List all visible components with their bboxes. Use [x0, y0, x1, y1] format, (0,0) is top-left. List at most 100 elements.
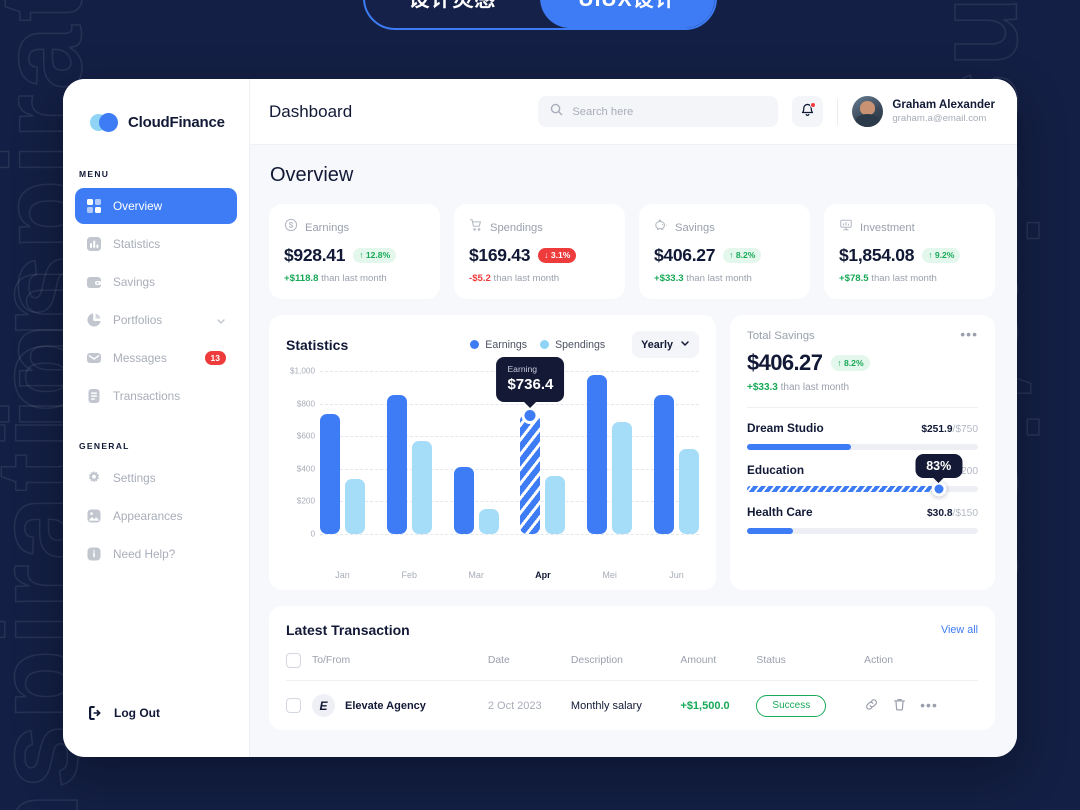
goal-progress-track[interactable] — [747, 444, 978, 450]
gridline — [320, 534, 699, 535]
bar-group-jun — [653, 371, 699, 534]
sidebar-item-appearances[interactable]: Appearances — [75, 498, 237, 534]
column-header-to-from: To/From — [312, 655, 351, 666]
cell-amount: +$1,500.0 — [680, 680, 757, 730]
stat-delta: +$118.8 — [284, 273, 319, 284]
search-box[interactable] — [538, 96, 779, 127]
bar-earnings[interactable] — [653, 395, 674, 534]
chevron-down-icon — [680, 338, 690, 351]
top-tab-bar[interactable]: 设计灵感 UIUX设计 — [363, 0, 717, 30]
stat-value: $169.43 — [469, 245, 531, 265]
stat-card-earnings[interactable]: Earnings $928.41 ↑ 12.8% +$118.8 than la… — [269, 204, 440, 299]
plot-area: Earning $736.4 — [320, 356, 699, 535]
chevron-down-icon[interactable] — [216, 315, 226, 325]
stat-label: Savings — [675, 221, 715, 234]
bar-spendings[interactable] — [612, 421, 633, 534]
view-all-link[interactable]: View all — [941, 624, 978, 636]
goal-progress-track[interactable] — [747, 481, 978, 497]
bar-groups: Earning $736.4 — [320, 356, 699, 534]
period-select[interactable]: Yearly — [632, 331, 699, 358]
sidebar-item-need-help[interactable]: Need Help? — [75, 536, 237, 572]
table-row[interactable]: E Elevate Agency 2 Oct 2023 Monthly sala… — [286, 680, 978, 730]
trash-icon[interactable] — [892, 697, 907, 715]
column-header-action: Action — [864, 655, 894, 666]
sidebar-item-savings[interactable]: Savings — [75, 264, 237, 300]
party-logo-icon: E — [312, 694, 335, 717]
overview-heading: Overview — [270, 164, 354, 186]
bar-earnings[interactable] — [587, 375, 608, 534]
column-header-date: Date — [487, 655, 510, 666]
goal-progress-track[interactable] — [747, 528, 978, 534]
sidebar-item-settings[interactable]: Settings — [75, 460, 237, 496]
stat-card-savings[interactable]: Savings $406.27 ↑ 8.2% +$33.3 than last … — [639, 204, 810, 299]
sidebar-item-portfolios[interactable]: Portfolios — [75, 302, 237, 338]
tooltip-value: $736.4 — [507, 375, 554, 393]
transactions-title: Latest Transaction — [286, 622, 410, 638]
goal-name: Education — [747, 463, 805, 477]
goal-progress-fill — [747, 486, 939, 492]
stat-cards-row: Earnings $928.41 ↑ 12.8% +$118.8 than la… — [269, 204, 995, 299]
stat-card-spendings[interactable]: Spendings $169.43 ↓ 3.1% -$5.2 than last… — [454, 204, 625, 299]
bar-spendings[interactable] — [411, 441, 432, 534]
piggy-bank-icon — [654, 218, 668, 237]
goal-amount: $30.8/$150 — [927, 508, 978, 519]
sidebar-item-label: Need Help? — [113, 547, 176, 561]
stat-value: $928.41 — [284, 245, 346, 265]
tab-design-inspiration[interactable]: 设计灵感 — [365, 0, 540, 28]
party-name: Elevate Agency — [345, 699, 426, 712]
stat-subtext: +$78.5 than last month — [839, 273, 980, 284]
x-tick-label: Jun — [669, 570, 684, 580]
stat-card-investment[interactable]: Investment $1,854.08 ↑ 9.2% +$78.5 than … — [824, 204, 995, 299]
bar-spendings[interactable] — [345, 478, 365, 534]
goal-slider-handle[interactable] — [931, 481, 947, 497]
stat-delta: +$33.3 — [654, 273, 684, 284]
row-more-options-icon[interactable]: ••• — [920, 698, 938, 712]
more-options-icon[interactable]: ••• — [960, 327, 978, 342]
mail-icon — [86, 350, 102, 366]
sidebar-item-messages[interactable]: Messages 13 — [75, 340, 237, 376]
sidebar-item-transactions[interactable]: Transactions — [75, 378, 237, 414]
topbar: Dashboard Search here Graham Alexander g… — [250, 79, 1017, 145]
bar-group-mei — [587, 371, 633, 534]
bar-chart-icon — [86, 236, 102, 252]
notifications-button[interactable] — [792, 96, 824, 127]
bar-group-apr: Earning $736.4 — [496, 356, 566, 534]
chart-point-handle[interactable] — [521, 407, 539, 425]
goal-tooltip: 83% — [915, 454, 963, 478]
bar-earnings[interactable] — [386, 395, 407, 534]
legend-label: Spendings — [555, 338, 606, 351]
user-profile[interactable]: Graham Alexander graham.a@email.com — [852, 96, 995, 127]
legend-item-spendings[interactable]: Spendings — [540, 339, 605, 351]
bar-spendings[interactable] — [678, 449, 699, 534]
latest-transaction-card: Latest Transaction View all To/From Date… — [269, 606, 995, 730]
link-icon[interactable] — [864, 697, 879, 715]
stat-value: $1,854.08 — [839, 245, 915, 265]
stat-delta-suffix: than last month — [686, 273, 752, 284]
y-tick-label: $800 — [296, 399, 315, 409]
bar-spendings[interactable] — [478, 508, 499, 534]
stat-change-pill: ↑ 8.2% — [723, 247, 762, 264]
user-name: Graham Alexander — [892, 98, 995, 112]
logout-button[interactable]: Log Out — [63, 693, 249, 733]
sidebar-item-label: Overview — [113, 199, 163, 213]
bar-earnings-active[interactable]: Earning $736.4 — [496, 356, 565, 534]
stat-change-pill: ↑ 9.2% — [922, 247, 961, 264]
sidebar-item-overview[interactable]: Overview — [75, 188, 237, 224]
sidebar-item-statistics[interactable]: Statistics — [75, 226, 237, 262]
x-axis: Jan Feb Mar Apr Mei Jun — [286, 570, 699, 580]
select-all-header — [286, 653, 312, 681]
mid-row: Statistics Earnings Spendings Yearly $1,… — [269, 315, 995, 590]
gear-icon — [86, 470, 102, 486]
statistics-title: Statistics — [286, 336, 349, 353]
tab-uiux-design[interactable]: UIUX设计 — [540, 0, 715, 28]
bar-earnings[interactable] — [320, 414, 340, 534]
goal-target: /$750 — [952, 424, 979, 435]
search-input[interactable] — [572, 105, 767, 118]
row-checkbox[interactable] — [286, 698, 301, 713]
bar-spendings[interactable] — [545, 476, 566, 534]
brand-logo[interactable]: CloudFinance — [63, 102, 249, 142]
document-icon — [86, 388, 102, 404]
select-all-checkbox[interactable] — [286, 653, 301, 668]
legend-item-earnings[interactable]: Earnings — [470, 339, 527, 351]
bar-earnings[interactable] — [453, 467, 474, 534]
